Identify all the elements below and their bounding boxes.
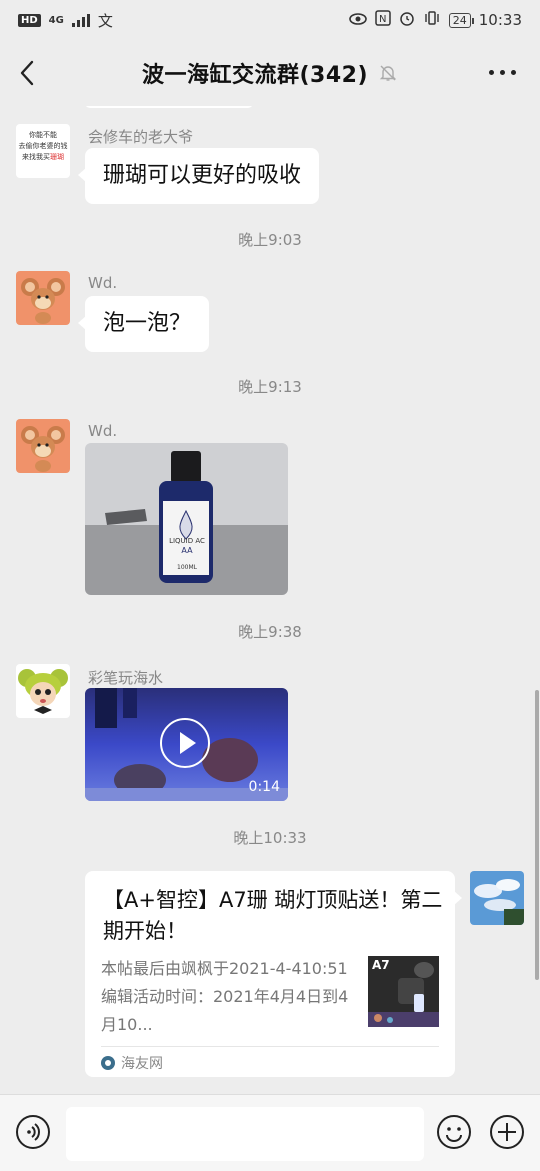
status-bar: HD 4G 文 N 24 10:33 — [0, 0, 540, 40]
avatar-text-line: 珊瑚 — [50, 153, 64, 161]
message-bubble[interactable]: 珊瑚可以更好的吸收 — [77, 148, 320, 204]
avatar[interactable] — [16, 664, 70, 718]
timestamp: 晚上9:03 — [238, 231, 302, 249]
chat-header: 波一海缸交流群(342) — [0, 40, 540, 106]
more-icon[interactable] — [489, 70, 516, 75]
link-card-source: 海友网 — [101, 1053, 163, 1073]
timestamp: 晚上9:38 — [238, 623, 302, 641]
link-card-description: 本帖最后由飒枫于2021-4-410:51编辑活动时间：2021年4月4日到4月… — [101, 959, 349, 1034]
network-type: 4G — [48, 14, 64, 26]
battery-icon: 24 — [448, 12, 474, 28]
scrollbar[interactable] — [535, 690, 539, 980]
bottle-label-text: 100ML — [177, 564, 197, 571]
status-time: 10:33 — [478, 11, 522, 29]
message-list[interactable]: 你能不能 去偷你老婆的钱 来找我买珊瑚 会修车的老大爷 珊瑚可以更好的吸收 晚上… — [0, 106, 540, 1094]
bottle-label-text: LIQUID — [169, 537, 194, 545]
eye-icon — [348, 11, 367, 29]
link-card[interactable]: 【A+智控】A7珊 瑚灯顶贴送！第二期开始！ 本帖最后由飒枫于2021-4-41… — [85, 871, 462, 1077]
back-icon[interactable] — [14, 58, 42, 88]
video-message[interactable]: 0:14 — [85, 688, 288, 801]
sender-name: Wd. — [88, 274, 118, 292]
sender-name: 彩笔玩海水 — [88, 669, 164, 687]
link-card-title: 【A+智控】A7珊 瑚灯顶贴送！第二期开始！ — [103, 888, 443, 943]
source-name: 海友网 — [121, 1056, 163, 1072]
nfc-icon: N — [375, 10, 391, 30]
avatar-text-line: 去偷你老婆的钱 — [18, 142, 68, 150]
voice-icon[interactable] — [16, 1115, 50, 1149]
avatar-text-line: 你能不能 — [29, 131, 57, 139]
image-message[interactable]: LIQUID AC AA 100ML — [85, 443, 288, 595]
timestamp: 晚上10:33 — [233, 829, 307, 847]
link-card-thumbnail: A7 — [368, 956, 439, 1027]
avatar[interactable] — [16, 419, 70, 473]
link-card-divider — [101, 1046, 439, 1047]
avatar[interactable] — [470, 871, 524, 925]
input-bar — [0, 1094, 540, 1171]
thumbnail-label: A7 — [372, 958, 390, 972]
bottle-label-text: AA — [181, 546, 193, 555]
ime-indicator: 文 — [97, 11, 113, 30]
svg-text:N: N — [379, 14, 386, 25]
play-icon[interactable] — [160, 718, 210, 768]
emoji-icon[interactable] — [437, 1115, 471, 1149]
video-duration: 0:14 — [248, 779, 280, 795]
signal-icon — [71, 13, 90, 27]
vibrate-icon — [423, 10, 441, 30]
sender-name: Wd. — [88, 422, 118, 440]
avatar-text-line: 来找我买 — [22, 153, 50, 161]
hd-badge: HD — [18, 13, 41, 27]
avatar[interactable]: 你能不能 去偷你老婆的钱 来找我买珊瑚 — [16, 124, 70, 178]
bottle-label-text: AC — [195, 537, 205, 545]
chat-title: 波一海缸交流群(342) — [141, 63, 369, 88]
message-input[interactable] — [66, 1107, 424, 1161]
plus-icon[interactable] — [490, 1115, 524, 1149]
status-left: HD 4G 文 — [18, 10, 113, 31]
timestamp: 晚上9:13 — [238, 378, 302, 396]
sender-name: 会修车的老大爷 — [88, 128, 194, 146]
alarm-icon — [399, 10, 415, 30]
status-right: N 24 10:33 — [348, 10, 522, 30]
mute-bell-icon — [378, 63, 398, 83]
source-logo-icon — [101, 1056, 115, 1070]
previous-message-bubble — [85, 106, 253, 108]
message-bubble[interactable]: 泡一泡？ — [77, 296, 210, 352]
avatar[interactable] — [16, 271, 70, 325]
